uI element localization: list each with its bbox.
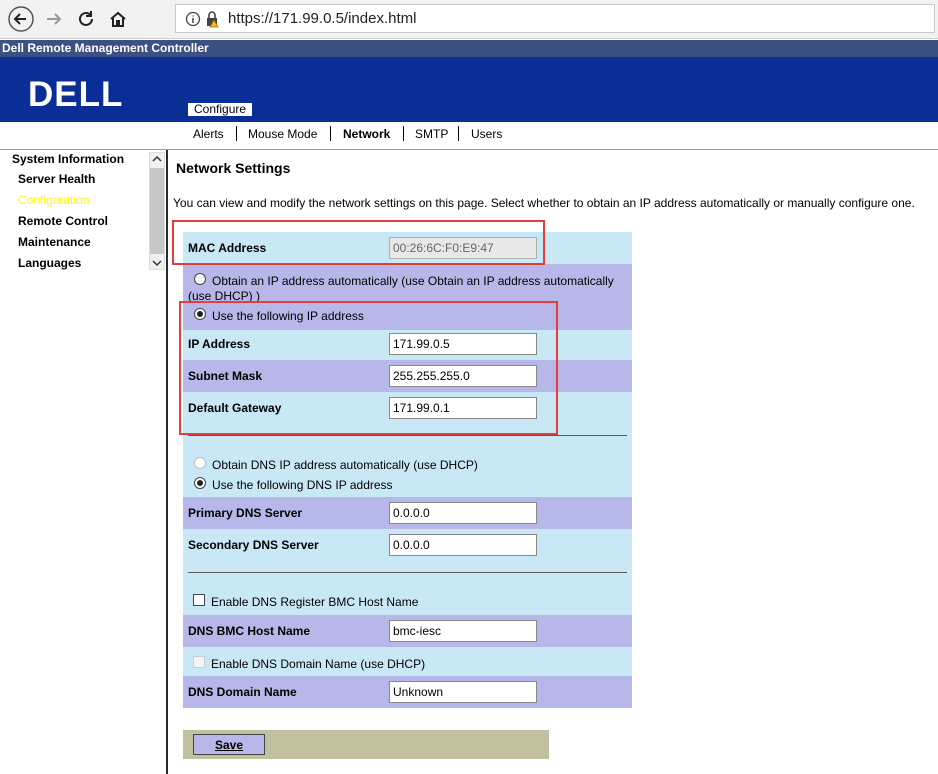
primary-dns-label: Primary DNS Server	[188, 506, 303, 520]
section-tag: Configure	[188, 103, 253, 116]
page-description: You can view and modify the network sett…	[173, 196, 915, 210]
mac-highlight-box	[172, 220, 545, 265]
back-arrow-icon	[8, 6, 34, 32]
tab-separator	[236, 126, 237, 141]
divider	[188, 572, 627, 573]
dns-domain-label: DNS Domain Name	[188, 685, 297, 699]
tab-mouse-mode[interactable]: Mouse Mode	[248, 127, 317, 141]
home-icon	[110, 11, 126, 27]
app-title: Dell Remote Management Controller	[0, 40, 938, 57]
sidebar-item-languages[interactable]: Languages	[18, 256, 81, 270]
save-button[interactable]: Save	[193, 734, 265, 755]
svg-text:DELL: DELL	[28, 78, 123, 110]
dns-manual-label: Use the following DNS IP address	[212, 478, 393, 492]
reload-icon	[79, 11, 93, 26]
forward-arrow-icon	[47, 13, 62, 25]
ip-highlight-box	[179, 301, 558, 435]
tab-network[interactable]: Network	[343, 127, 390, 141]
dns-domain-dhcp-label: Enable DNS Domain Name (use DHCP)	[211, 657, 426, 671]
scrollbar-thumb[interactable]	[150, 168, 164, 254]
ip-auto-label: Obtain an IP address automatically (use …	[212, 274, 614, 288]
info-icon[interactable]	[185, 11, 201, 27]
tab-smtp[interactable]: SMTP	[415, 127, 448, 141]
forward-button[interactable]	[40, 5, 68, 33]
back-button[interactable]	[7, 5, 35, 33]
primary-dns-input[interactable]	[389, 502, 537, 524]
sidebar-item-server-health[interactable]: Server Health	[18, 172, 95, 186]
sidebar-item-maintenance[interactable]: Maintenance	[18, 235, 91, 249]
dns-register-label: Enable DNS Register BMC Host Name	[211, 595, 419, 609]
divider	[188, 435, 627, 436]
insecure-lock-icon[interactable]	[204, 10, 222, 28]
page-title: Network Settings	[176, 160, 291, 176]
address-bar[interactable]: https://171.99.0.5/index.html	[175, 4, 935, 33]
tab-alerts[interactable]: Alerts	[193, 127, 224, 141]
tab-separator	[330, 126, 331, 141]
scroll-up-icon[interactable]	[152, 155, 162, 163]
header-banner	[0, 57, 938, 122]
dns-host-label: DNS BMC Host Name	[188, 624, 311, 638]
tab-bar	[0, 122, 938, 150]
home-button[interactable]	[104, 5, 132, 33]
dns-domain-input[interactable]	[389, 681, 537, 703]
tab-users[interactable]: Users	[471, 127, 502, 141]
url-text: https://171.99.0.5/index.html	[228, 10, 417, 27]
sidebar-item-system-information[interactable]: System Information	[12, 152, 124, 166]
dns-host-input[interactable]	[389, 620, 537, 642]
tab-separator	[458, 126, 459, 141]
dns-manual-radio[interactable]	[194, 477, 206, 489]
secondary-dns-label: Secondary DNS Server	[188, 538, 319, 552]
dns-auto-label: Obtain DNS IP address automatically (use…	[212, 458, 478, 472]
sidebar-item-remote-control[interactable]: Remote Control	[18, 214, 108, 228]
dell-logo: DELL	[28, 75, 140, 114]
dns-domain-dhcp-checkbox[interactable]	[193, 656, 205, 668]
dns-auto-radio[interactable]	[194, 457, 206, 469]
dns-register-checkbox[interactable]	[193, 594, 205, 606]
reload-button[interactable]	[72, 5, 100, 33]
secondary-dns-input[interactable]	[389, 534, 537, 556]
scroll-down-icon[interactable]	[152, 259, 162, 267]
tab-separator	[403, 126, 404, 141]
sidebar-item-configuration[interactable]: Configuration	[18, 193, 89, 207]
ip-auto-radio[interactable]	[194, 273, 206, 285]
